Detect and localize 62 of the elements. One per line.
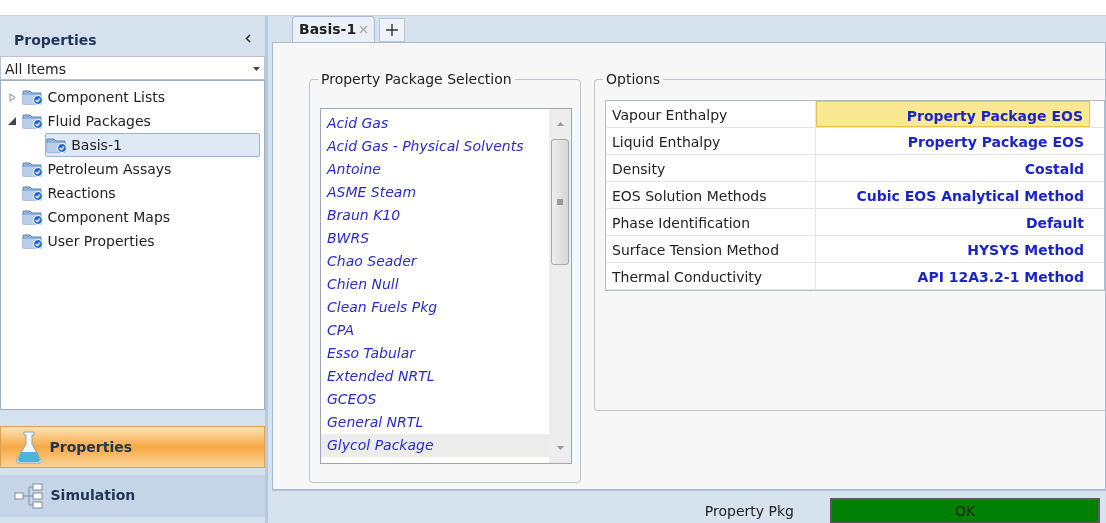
value-cell[interactable]: Default bbox=[816, 209, 1090, 235]
folder-icon bbox=[22, 89, 45, 105]
list-item[interactable]: General NRTL bbox=[321, 411, 549, 435]
list-item[interactable]: Clean Fuels Pkg bbox=[321, 296, 549, 320]
tree-item[interactable]: Fluid Packages bbox=[5, 109, 264, 133]
table-cell: Density bbox=[606, 155, 816, 181]
flowsheet-icon bbox=[14, 482, 44, 509]
list-item[interactable]: BWRS bbox=[321, 227, 549, 251]
table-cell: Liquid Enthalpy bbox=[606, 128, 816, 154]
tree-item[interactable]: Component Lists bbox=[5, 85, 264, 109]
group-title: Options bbox=[603, 70, 664, 88]
folder-icon bbox=[46, 137, 68, 153]
value-cell[interactable]: API 12A3.2-1 Method bbox=[816, 263, 1090, 289]
scrollbar[interactable] bbox=[549, 109, 571, 463]
value-cell[interactable]: Property Package EOS bbox=[816, 101, 1090, 127]
folder-icon bbox=[22, 161, 45, 177]
folder-icon bbox=[22, 185, 45, 201]
list-item[interactable]: GCEOS bbox=[321, 388, 549, 412]
add-tab-button[interactable] bbox=[379, 18, 406, 42]
nav-button[interactable]: Simulation bbox=[0, 474, 265, 517]
close-icon[interactable] bbox=[359, 25, 369, 34]
flask-icon bbox=[15, 430, 43, 464]
tree-item[interactable]: Reactions bbox=[5, 181, 264, 205]
list-item[interactable]: Extended NRTL bbox=[321, 365, 549, 389]
filter-dropdown[interactable]: All Items bbox=[0, 56, 265, 80]
folder-icon bbox=[22, 113, 45, 129]
tree-item[interactable]: User Properties bbox=[5, 229, 264, 253]
dropdown-arrow-icon bbox=[253, 67, 260, 71]
list-item[interactable]: ASME Steam bbox=[321, 181, 549, 205]
value-cell[interactable]: Property Package EOS bbox=[816, 128, 1090, 154]
table-cell: EOS Solution Methods bbox=[606, 182, 816, 208]
status-indicator: OK bbox=[830, 498, 1100, 523]
table-cell: Phase Identification bbox=[606, 209, 816, 235]
list-item[interactable]: Acid Gas bbox=[321, 112, 549, 136]
list-item[interactable]: Antoine bbox=[321, 158, 549, 182]
folder-icon bbox=[22, 209, 45, 225]
folder-icon bbox=[22, 233, 45, 249]
table-cell: Surface Tension Method bbox=[606, 236, 816, 262]
tree-item[interactable]: Basis-1 bbox=[45, 133, 260, 157]
tree-item[interactable]: Petroleum Assays bbox=[5, 157, 264, 181]
tab[interactable]: Basis-1 bbox=[292, 16, 376, 42]
list-item[interactable]: Esso Tabular bbox=[321, 342, 549, 366]
status-label: Property Pkg bbox=[704, 502, 794, 521]
list-item[interactable]: CPA bbox=[321, 319, 549, 343]
list-item[interactable]: Braun K10 bbox=[321, 204, 549, 228]
nav-button[interactable]: Properties bbox=[0, 426, 265, 468]
value-cell[interactable]: Costald bbox=[816, 155, 1090, 181]
value-cell[interactable]: HYSYS Method bbox=[816, 236, 1090, 262]
list-item[interactable]: Acid Gas - Physical Solvents bbox=[321, 135, 549, 159]
list-item[interactable]: Chao Seader bbox=[321, 250, 549, 274]
table-cell: Thermal Conductivity bbox=[606, 263, 816, 289]
scroll-up-icon[interactable] bbox=[556, 121, 564, 126]
grip-icon bbox=[557, 199, 563, 205]
list-item[interactable]: Chien Null bbox=[321, 273, 549, 297]
list-item[interactable]: Glycol Package bbox=[321, 434, 549, 458]
plus-icon[interactable] bbox=[386, 24, 399, 36]
panel-title: Properties bbox=[14, 31, 97, 50]
collapse-icon[interactable] bbox=[245, 34, 251, 43]
value-cell[interactable]: Cubic EOS Analytical Method bbox=[816, 182, 1090, 208]
group-title: Property Package Selection bbox=[318, 70, 515, 88]
tree-item[interactable]: Component Maps bbox=[5, 205, 264, 229]
scroll-down-icon[interactable] bbox=[556, 445, 564, 450]
